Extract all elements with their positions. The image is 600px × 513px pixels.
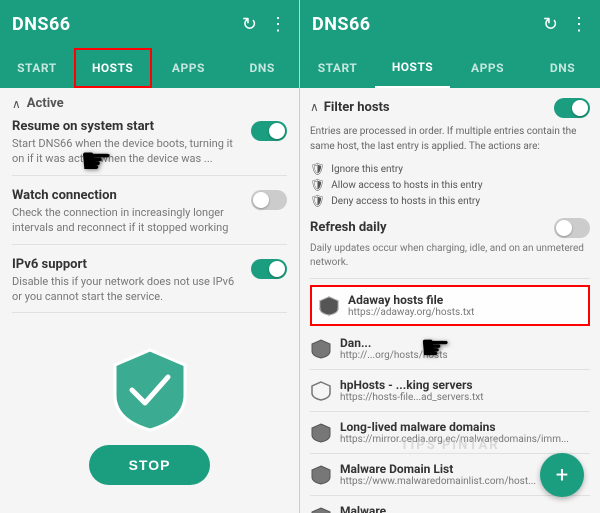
longlived-shield-icon (310, 422, 332, 444)
left-tab-start[interactable]: START (0, 48, 74, 88)
fab-add-button[interactable]: + (540, 453, 584, 497)
right-tab-start[interactable]: START (300, 48, 375, 88)
active-chevron-icon: ∧ (12, 97, 21, 111)
setting-row-ipv6: IPv6 support Disable this if your networ… (12, 257, 287, 314)
malwaredomain-shield-icon (310, 464, 332, 486)
left-app-title: DNS66 (12, 14, 71, 35)
divider (310, 278, 590, 279)
filter-hosts-header: ∧ Filter hosts (310, 96, 590, 118)
allow-shield-icon: 🛡 (310, 178, 325, 192)
toggle-watch[interactable] (251, 190, 287, 210)
left-content: ∧ Active Resume on system start Start DN… (0, 88, 299, 513)
adaway-shield-icon (318, 295, 340, 317)
right-refresh-icon[interactable]: ↻ (543, 14, 558, 35)
right-top-bar: DNS66 ↻ ⋮ (300, 0, 600, 48)
stop-button[interactable]: STOP (89, 445, 211, 485)
filter-chevron-icon: ∧ (310, 100, 319, 114)
left-more-icon[interactable]: ⋮ (269, 14, 287, 35)
toggle-ipv6[interactable] (251, 259, 287, 279)
refresh-daily-row: Refresh daily (310, 216, 590, 238)
host-item-hphosts[interactable]: hpHosts - ...king servers https://hosts-… (310, 370, 590, 412)
left-top-bar-icons: ↻ ⋮ (242, 14, 287, 35)
left-tab-apps[interactable]: APPS (152, 48, 226, 88)
left-panel: DNS66 ↻ ⋮ START HOSTS APPS DNS ∧ Acti (0, 0, 300, 513)
shield-container (12, 325, 287, 445)
left-top-bar: DNS66 ↻ ⋮ (0, 0, 299, 48)
right-top-bar-icons: ↻ ⋮ (543, 14, 588, 35)
filter-option-ignore: 🛡 Ignore this entry (310, 162, 590, 176)
left-nav-tabs: START HOSTS APPS DNS (0, 48, 299, 88)
right-nav-tabs: START HOSTS APPS DNS (300, 48, 600, 88)
filter-option-allow: 🛡 Allow access to hosts in this entry (310, 178, 590, 192)
host-item-dan[interactable]: Dan... http://...org/hosts/hosts (310, 328, 590, 370)
toggle-refresh-daily[interactable] (554, 218, 590, 238)
host-item-malware2[interactable]: Malware... (310, 496, 590, 513)
filter-options-list: 🛡 Ignore this entry 🛡 Allow access to ho… (310, 162, 590, 208)
right-content: ∧ Filter hosts Entries are processed in … (300, 88, 600, 513)
setting-row-resume: Resume on system start Start DNS66 when … (12, 119, 287, 176)
right-panel: DNS66 ↻ ⋮ START HOSTS APPS DNS (300, 0, 600, 513)
ignore-shield-icon: 🛡 (310, 162, 325, 176)
filter-option-deny: 🛡 Deny access to hosts in this entry (310, 194, 590, 208)
toggle-filter[interactable] (554, 98, 590, 118)
left-tab-dns[interactable]: DNS (225, 48, 299, 88)
right-tab-hosts[interactable]: HOSTS (375, 48, 450, 88)
right-tab-apps[interactable]: APPS (450, 48, 525, 88)
toggle-resume[interactable] (251, 121, 287, 141)
left-refresh-icon[interactable]: ↻ (242, 14, 257, 35)
setting-row-watch: Watch connection Check the connection in… (12, 188, 287, 245)
shield-check-icon (110, 345, 190, 435)
left-tab-hosts[interactable]: HOSTS (74, 48, 152, 88)
dan-shield-icon (310, 338, 332, 360)
hphosts-shield-icon (310, 380, 332, 402)
deny-shield-icon: 🛡 (310, 194, 325, 208)
left-active-section: ∧ Active (12, 96, 287, 111)
right-app-title: DNS66 (312, 14, 371, 35)
host-item-adaway[interactable]: Adaway hosts file https://adaway.org/hos… (310, 285, 590, 326)
right-tab-dns[interactable]: DNS (525, 48, 600, 88)
malware2-shield-icon (310, 506, 332, 513)
right-more-icon[interactable]: ⋮ (570, 14, 588, 35)
host-item-longlived[interactable]: Long-lived malware domains https://mirro… (310, 412, 590, 454)
